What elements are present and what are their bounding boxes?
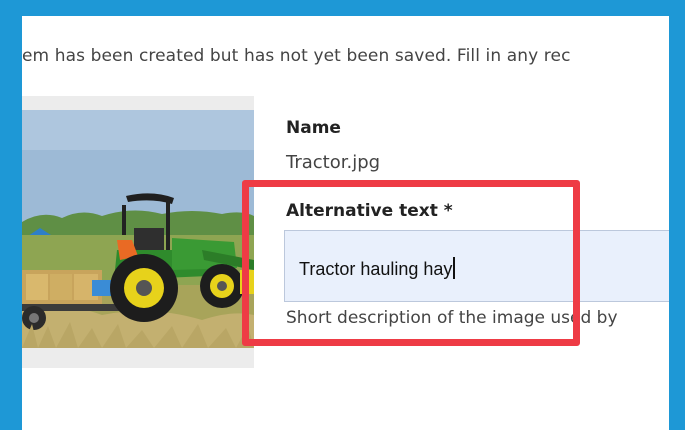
alt-text-value: Tractor hauling hay [299, 259, 453, 279]
status-message: em has been created but has not yet been… [22, 46, 571, 66]
media-thumbnail [22, 110, 254, 348]
media-thumbnail-panel [22, 96, 254, 368]
text-cursor [453, 257, 456, 279]
alt-text-label: Alternative text * [286, 201, 453, 221]
frame-border-right [669, 0, 685, 430]
name-label: Name [286, 118, 341, 138]
alt-text-help: Short description of the image used by [286, 308, 618, 328]
frame-border-left [0, 0, 22, 430]
alt-text-input[interactable]: Tractor hauling hay [284, 230, 669, 302]
name-value: Tractor.jpg [286, 152, 381, 173]
frame-border-top [0, 0, 685, 16]
